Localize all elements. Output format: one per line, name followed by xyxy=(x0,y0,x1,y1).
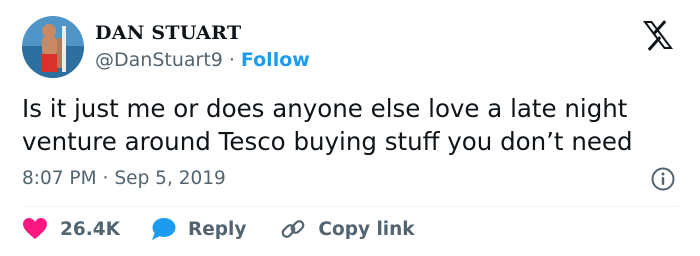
avatar[interactable] xyxy=(22,16,84,78)
tweet-text-line: venture around Tesco buying stuff you do… xyxy=(22,127,633,156)
tweet-timestamp[interactable]: 8:07 PM · Sep 5, 2019 xyxy=(22,167,226,191)
reply-label: Reply xyxy=(187,218,247,240)
like-button[interactable]: 26.4K xyxy=(22,217,120,241)
reply-button[interactable]: Reply xyxy=(150,217,246,241)
tweet-card: DAN STUART @DanStuart9 · Follow Is it just… xyxy=(0,0,700,256)
tweet-text-line: Is it just me or does anyone else love a… xyxy=(22,94,628,123)
separator-dot: · xyxy=(102,168,109,189)
author-meta: @DanStuart9 · Follow xyxy=(95,48,310,72)
tweet-text: Is it just me or does anyone else love a… xyxy=(22,92,682,158)
follow-button[interactable]: Follow xyxy=(241,49,310,71)
divider xyxy=(22,206,678,207)
tweet-time: 8:07 PM xyxy=(22,168,97,189)
heart-icon xyxy=(23,218,47,239)
reply-bubble-icon xyxy=(151,218,176,240)
avatar-photo xyxy=(22,16,84,78)
copy-link-label: Copy link xyxy=(318,218,415,240)
author-name[interactable]: DAN STUART xyxy=(95,22,241,44)
tweet-date: Sep 5, 2019 xyxy=(114,168,226,189)
author-handle[interactable]: @DanStuart9 xyxy=(95,49,223,71)
copy-link-button[interactable]: Copy link xyxy=(280,216,415,242)
x-logo-icon[interactable] xyxy=(640,17,676,53)
likes-count: 26.4K xyxy=(60,218,120,240)
separator-dot: · xyxy=(228,49,235,71)
action-bar: 26.4K Reply Copy link xyxy=(22,214,415,244)
info-icon[interactable] xyxy=(650,166,676,192)
link-icon xyxy=(282,220,305,238)
